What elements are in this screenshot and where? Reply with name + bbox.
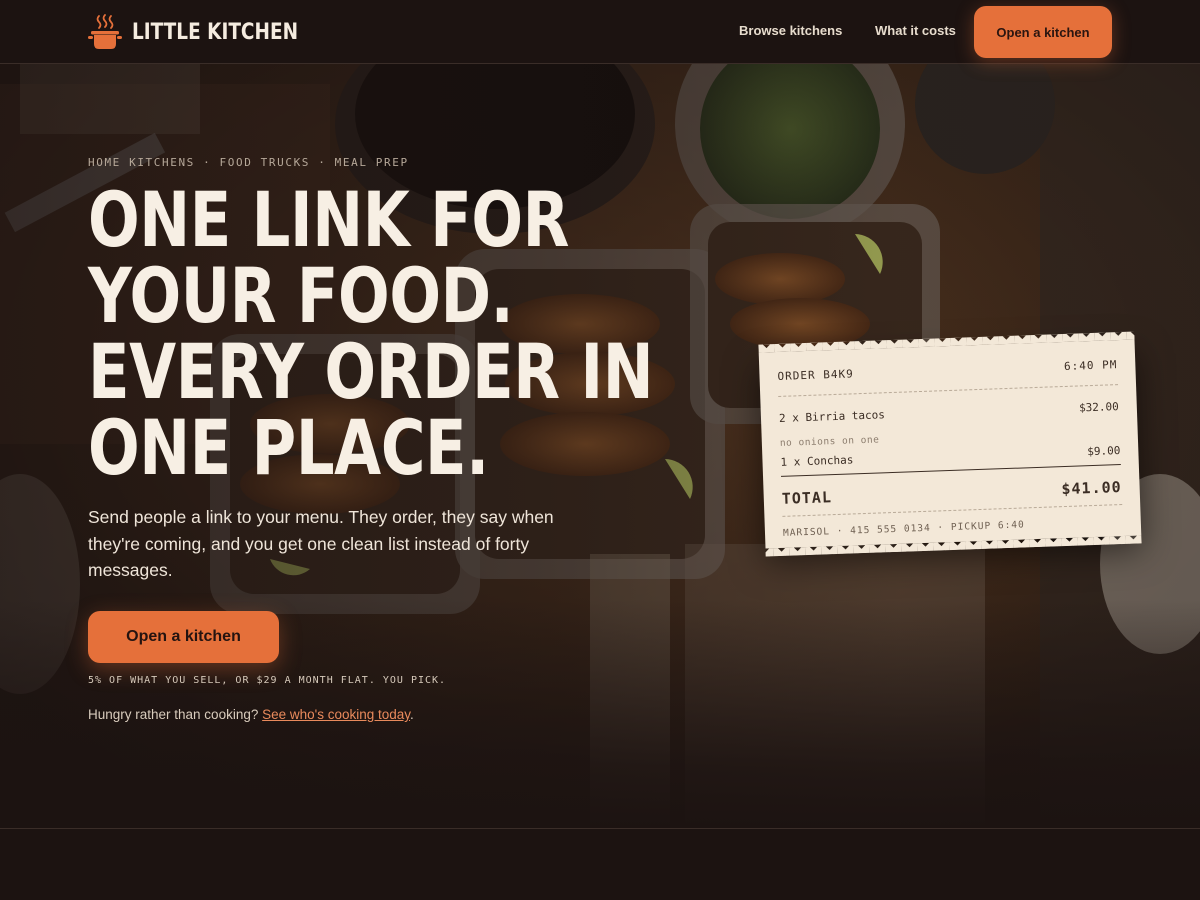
headline-line: ONE LINK FOR: [88, 175, 570, 264]
receipt-item-name: 1 x Conchas: [780, 453, 854, 469]
receipt-order-id: ORDER B4K9: [777, 367, 854, 383]
receipt-time: 6:40 PM: [1063, 358, 1118, 373]
cooking-pot-icon: [88, 14, 122, 49]
receipt-header: ORDER B4K9 6:40 PM: [777, 358, 1117, 383]
hero-headline: ONE LINK FOR YOUR FOOD. EVERY ORDER IN O…: [88, 175, 654, 492]
receipt-total-value: $41.00: [1061, 478, 1122, 499]
receipt-item-note: no onions on one: [779, 434, 880, 449]
order-receipt: ORDER B4K9 6:40 PM 2 x Birria tacos $32.…: [758, 339, 1142, 549]
hero-eyebrow: HOME KITCHENS · FOOD TRUCKS · MEAL PREP: [88, 156, 409, 169]
receipt-total-label: TOTAL: [781, 488, 833, 508]
receipt-item-price: $32.00: [1078, 400, 1120, 415]
receipt-footer: MARISOL · 415 555 0134 · PICKUP 6:40: [782, 519, 1025, 539]
pricing-note: 5% OF WHAT YOU SELL, OR $29 A MONTH FLAT…: [88, 675, 447, 686]
receipt-divider: [778, 384, 1119, 397]
nav-link-what-it-costs[interactable]: What it costs: [875, 23, 956, 38]
receipt-item-price: $9.00: [1087, 444, 1121, 459]
receipt-line-item: 2 x Birria tacos $32.00: [779, 400, 1119, 425]
brand-name: LITTLE KITCHEN: [132, 19, 299, 45]
see-whos-cooking-link[interactable]: See who's cooking today: [262, 707, 410, 722]
receipt-total: TOTAL $41.00: [781, 478, 1121, 508]
hungry-suffix: .: [410, 707, 414, 722]
brand-logo[interactable]: LITTLE KITCHEN: [88, 14, 330, 50]
receipt-item-name: 2 x Birria tacos: [778, 408, 886, 425]
hero-subcopy: Send people a link to your menu. They or…: [88, 507, 554, 580]
nav-link-browse-kitchens[interactable]: Browse kitchens: [739, 23, 842, 38]
hungry-prefix: Hungry rather than cooking?: [88, 707, 259, 722]
headline-line: YOUR FOOD.: [88, 251, 514, 340]
headline-line: ONE PLACE.: [88, 403, 489, 492]
hungry-line: Hungry rather than cooking? See who's co…: [88, 707, 414, 722]
open-kitchen-nav-button[interactable]: Open a kitchen: [974, 6, 1112, 58]
top-nav: LITTLE KITCHEN Browse kitchens What it c…: [0, 0, 1200, 64]
open-kitchen-hero-button[interactable]: Open a kitchen: [88, 611, 279, 663]
hero-section: HOME KITCHENS · FOOD TRUCKS · MEAL PREP …: [0, 64, 1200, 829]
headline-line: EVERY ORDER IN: [88, 327, 654, 416]
